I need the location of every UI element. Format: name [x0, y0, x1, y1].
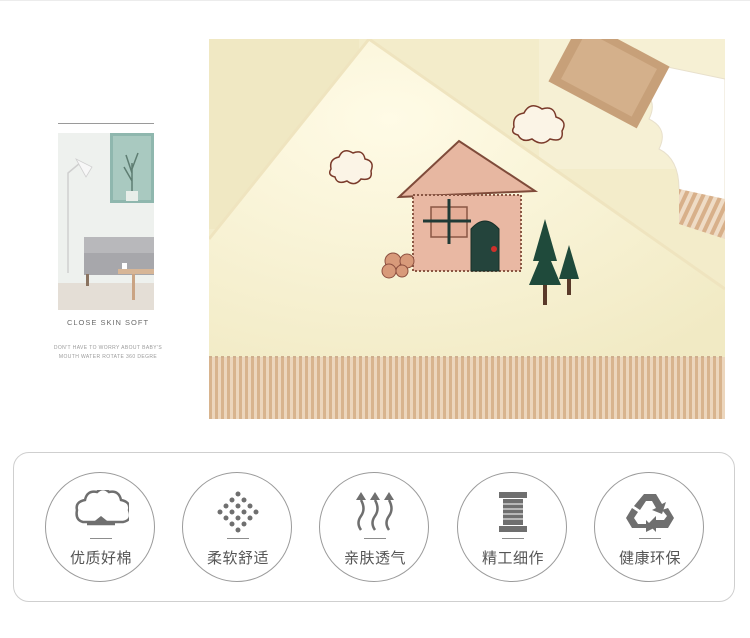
feature-divider [639, 538, 661, 539]
feature-label: 精工细作 [481, 549, 544, 567]
subcaption-line-1: DON'T HAVE TO WORRY ABOUT BABY'S [53, 345, 163, 351]
feature-quality-cotton: 优质好棉 [45, 472, 155, 582]
product-photo [209, 39, 725, 419]
thumbnail-caption: CLOSE SKIN SOFT [66, 318, 150, 327]
feature-label: 优质好棉 [69, 549, 132, 567]
features-panel: 优质好棉 柔软舒适 亲肤透气 精工细作 健康环保 [13, 452, 735, 602]
feature-fine-craftsmanship: 精工细作 [457, 472, 567, 582]
cotton-boll-icon [75, 490, 129, 526]
dots-diamond-icon [217, 491, 259, 533]
feature-divider [364, 538, 386, 539]
thumbnail-top-rule [58, 123, 154, 124]
feature-label: 健康环保 [618, 549, 681, 567]
feature-label: 亲肤透气 [343, 549, 406, 567]
feature-soft-comfort: 柔软舒适 [182, 472, 292, 582]
thread-spool-icon [499, 492, 527, 532]
feature-label: 柔软舒适 [206, 549, 269, 567]
feature-divider [227, 538, 249, 539]
room-thumbnail-image [58, 133, 154, 310]
feature-divider [90, 538, 112, 539]
feature-divider [502, 538, 524, 539]
recycle-icon [626, 494, 674, 532]
thumbnail-subcaption: DON'T HAVE TO WORRY ABOUT BABY'S MOUTH W… [40, 344, 176, 362]
feature-healthy-eco: 健康环保 [594, 472, 704, 582]
top-divider [0, 0, 750, 1]
feature-skin-breathable: 亲肤透气 [319, 472, 429, 582]
breathable-arrows-icon [356, 492, 394, 531]
subcaption-line-2: MOUTH WATER ROTATE 360 DEGRE [58, 354, 158, 360]
